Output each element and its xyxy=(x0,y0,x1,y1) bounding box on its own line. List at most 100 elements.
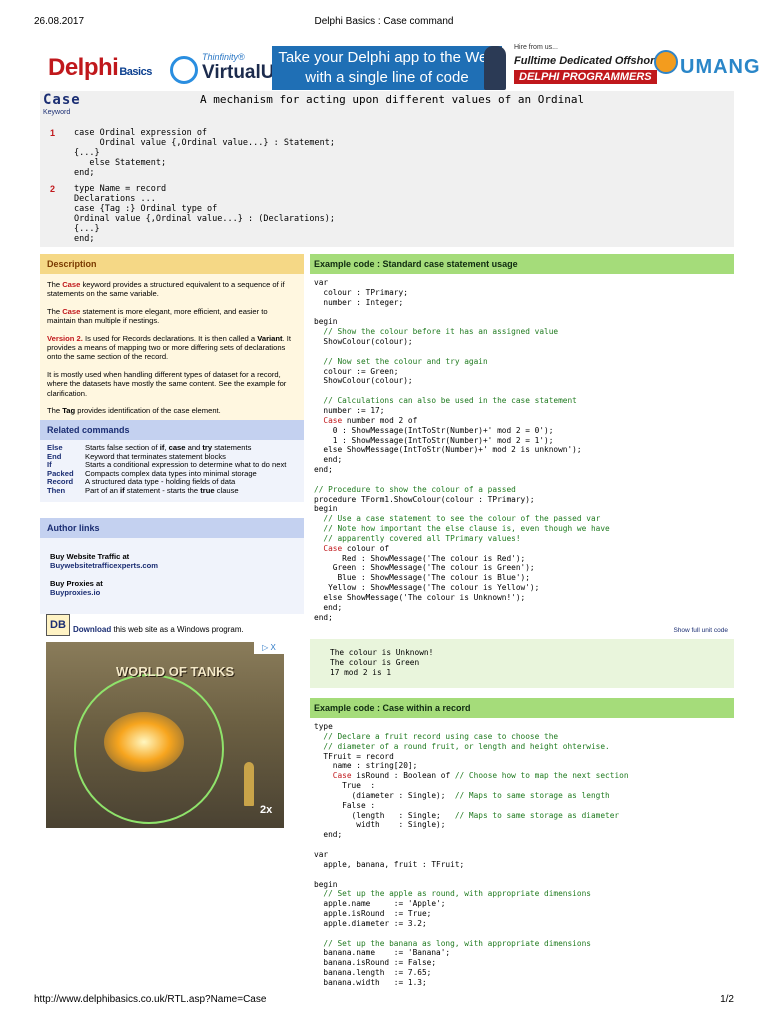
db-icon[interactable]: DB xyxy=(46,614,70,636)
author-body: Buy Website Traffic at Buywebsitetraffic… xyxy=(40,538,304,614)
code-line: number : Integer; xyxy=(314,297,404,307)
code-line: 1 : ShowMessage(IntToStr(Number)+' mod 2… xyxy=(314,435,554,445)
code-line: colour := Green; xyxy=(314,366,399,376)
buy-proxies-label: Buy Proxies at xyxy=(50,579,103,588)
syntax-block: 1 case Ordinal expression of Ordinal val… xyxy=(40,119,734,247)
code-line: (diameter : Single); // Maps to same sto… xyxy=(314,790,610,800)
ad-fulltime: Fulltime Dedicated Offshore xyxy=(514,55,661,67)
code-line: apple, banana, fruit : TFruit; xyxy=(314,859,465,869)
example-1: Example code : Standard case statement u… xyxy=(310,254,734,688)
keyword-type: Keyword xyxy=(43,109,71,116)
print-header: 26.08.2017 Delphi Basics : Case command xyxy=(34,16,734,30)
code-line: apple.name := 'Apple'; xyxy=(314,899,446,909)
proxies-link[interactable]: Buyproxies.io xyxy=(50,588,294,597)
keyword-description: A mechanism for acting upon different va… xyxy=(200,93,585,106)
code-line: begin xyxy=(314,879,338,889)
output-line: The colour is Green xyxy=(330,658,420,668)
ad-delphi-web[interactable]: Take your Delphi app to the Web with a s… xyxy=(272,46,502,90)
traffic-link[interactable]: Buywebsitetrafficexperts.com xyxy=(50,561,294,570)
code-line: else ShowMessage('The colour is Unknown!… xyxy=(314,593,526,602)
code-line: // Set up the banana as long, with appro… xyxy=(314,938,591,948)
ad-umang[interactable]: Hire from us... Fulltime Dedicated Offsh… xyxy=(474,40,760,96)
buy-traffic-label: Buy Website Traffic at xyxy=(50,552,130,561)
example-1-code: var colour : TPrimary; number : Integer;… xyxy=(310,274,734,627)
related-item[interactable]: Then Part of an if statement - starts th… xyxy=(47,486,297,496)
code-line: Blue : ShowMessage('The colour is Blue')… xyxy=(314,573,530,583)
ad-badge: 2x xyxy=(260,804,273,816)
related-commands-panel: Related commands Else Starts false secti… xyxy=(40,420,304,502)
download-text: Download this web site as a Windows prog… xyxy=(73,625,244,634)
code-line: 0 : ShowMessage(IntToStr(Number)+' mod 2… xyxy=(314,425,554,435)
code-line: banana.name := 'Banana'; xyxy=(314,948,451,958)
code-line: var xyxy=(314,849,329,859)
related-link-end[interactable]: End xyxy=(47,452,85,462)
related-link-then[interactable]: Then xyxy=(47,486,85,496)
syntax-line: Declarations ... xyxy=(74,194,156,204)
related-heading: Related commands xyxy=(40,420,304,440)
code-line: end; xyxy=(314,465,333,475)
example-2-code: type // Declare a fruit record using cas… xyxy=(310,718,734,992)
syntax-line: case {Tag :} Ordinal type of xyxy=(74,204,218,214)
site-banner: DelphiBasics Thinfinity® VirtualUI Take … xyxy=(34,40,760,96)
code-line: ShowColour(colour); xyxy=(314,376,413,386)
description-paragraph: The Case keyword provides a structured e… xyxy=(47,280,285,299)
code-line: True : xyxy=(314,781,376,791)
code-line: Case colour of xyxy=(314,543,390,553)
code-line: colour : TPrimary; xyxy=(314,287,408,297)
globe-icon xyxy=(654,50,678,74)
code-line: // diameter of a round fruit, or length … xyxy=(314,741,610,751)
code-line: number := 17; xyxy=(314,405,385,415)
ad-delphi-programmers: DELPHI PROGRAMMERS xyxy=(514,70,657,84)
ad-game-title: WORLD OF TANKS xyxy=(116,664,235,679)
print-footer: http://www.delphibasics.co.uk/RTL.asp?Na… xyxy=(34,994,734,1008)
code-line: TFruit = record xyxy=(314,751,394,761)
code-line: // Note how important the else clause is… xyxy=(314,524,610,534)
code-line: end; xyxy=(314,830,343,840)
code-line: begin xyxy=(314,317,338,327)
code-line: banana.length := 7.65; xyxy=(314,968,432,978)
code-line: apple.isRound := True; xyxy=(314,909,432,919)
output-line: 17 mod 2 is 1 xyxy=(330,667,392,677)
syntax-line: else Statement; xyxy=(74,158,167,168)
syntax-line: end; xyxy=(74,168,95,178)
ad-world-of-tanks[interactable]: WORLD OF TANKS 2x ▷ X xyxy=(46,642,284,828)
code-line: ShowColour(colour); xyxy=(314,337,413,347)
description-body: The Case keyword provides a structured e… xyxy=(40,274,304,430)
ad-choices-icon[interactable]: ▷ X xyxy=(254,642,284,654)
code-line: width : Single); xyxy=(314,820,446,830)
ad-thinfinity: Thinfinity® xyxy=(202,52,245,62)
code-line: Case number mod 2 of xyxy=(314,415,418,425)
description-heading: Description xyxy=(40,254,304,274)
code-line: // Calculations can also be used in the … xyxy=(314,396,577,406)
description-paragraph: The Case statement is more elegant, more… xyxy=(47,306,268,326)
download-row: DB Download this web site as a Windows p… xyxy=(46,614,306,636)
code-line: Case isRound : Boolean of // Choose how … xyxy=(314,771,629,781)
site-logo[interactable]: DelphiBasics xyxy=(48,54,152,82)
show-full-unit-link[interactable]: Show full unit code xyxy=(673,627,728,634)
output-line: The colour is Unknown! xyxy=(330,648,434,658)
ad-line-1: Take your Delphi app to the Web xyxy=(278,49,496,66)
code-line: Green : ShowMessage('The colour is Green… xyxy=(314,563,535,573)
description-paragraph: The Tag provides identification of the c… xyxy=(47,406,221,416)
ad-hire: Hire from us... xyxy=(514,44,558,51)
example-2-heading: Example code : Case within a record xyxy=(310,698,734,718)
code-line: Yellow : ShowMessage('The colour is Yell… xyxy=(314,583,540,593)
print-page-number: 1/2 xyxy=(720,994,734,1005)
virtualui-logo-icon xyxy=(170,56,198,84)
download-link[interactable]: Download xyxy=(73,625,111,634)
code-line: var xyxy=(314,278,329,287)
code-line: (length : Single; // Maps to same storag… xyxy=(314,810,620,820)
keyword-name: Case xyxy=(43,92,81,108)
code-line: // Set up the apple as round, with appro… xyxy=(314,889,591,899)
person-icon xyxy=(484,46,506,90)
code-line: banana.width := 1.3; xyxy=(314,977,427,987)
description-panel: Description The Case keyword provides a … xyxy=(40,254,304,430)
syntax-number: 1 xyxy=(50,128,56,138)
description-paragraph: Version 2. Is used for Records declarati… xyxy=(47,333,291,362)
syntax-line: Ordinal value {,Ordinal value...} : Stat… xyxy=(74,138,335,148)
